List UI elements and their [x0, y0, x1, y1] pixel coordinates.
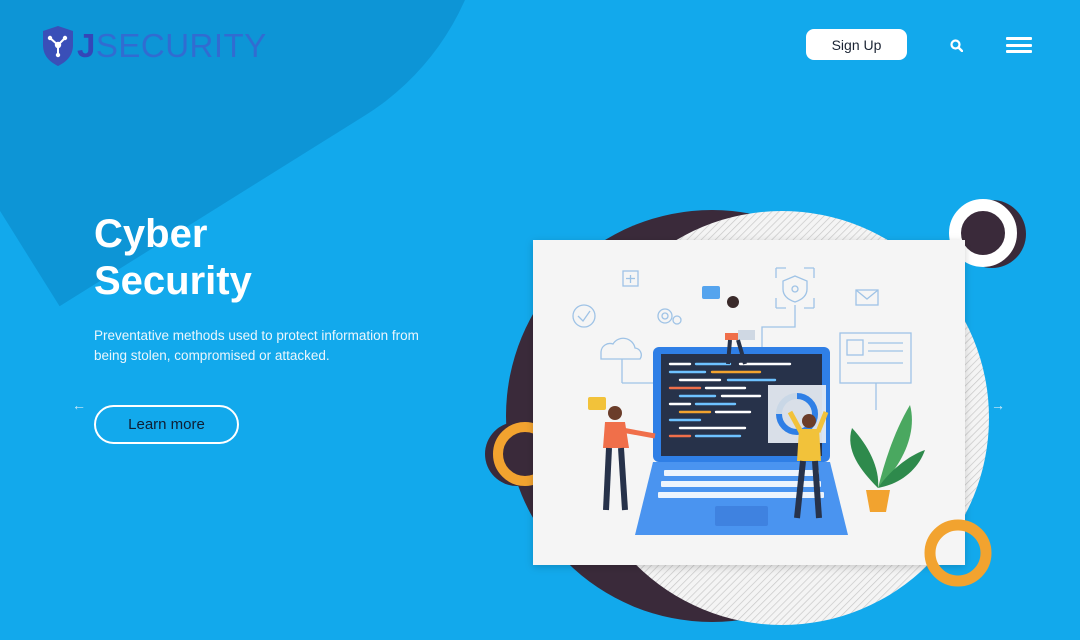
logo-word: SECURITY [95, 27, 267, 64]
hero-title-line-2: Security [94, 259, 252, 303]
logo-wordmark: JSECURITY [77, 27, 267, 65]
brand-logo[interactable]: JSECURITY [41, 24, 267, 68]
logo-letter: J [77, 27, 96, 64]
learn-more-button[interactable]: Learn more [94, 405, 239, 444]
speech-bubble-top [702, 286, 720, 299]
menu-line [1006, 37, 1032, 40]
shield-logo-icon [43, 26, 73, 66]
arrow-left-icon[interactable]: ← [72, 397, 86, 413]
speech-bubble-left [588, 397, 606, 410]
trackpad [715, 506, 768, 526]
hero-description: Preventative methods used to protect inf… [94, 328, 419, 363]
hamburger-menu-button[interactable] [1006, 35, 1032, 55]
hero-title: Cyber Security [94, 211, 252, 305]
search-button[interactable] [946, 35, 966, 55]
search-icon [949, 38, 963, 52]
sign-up-button[interactable]: Sign Up [806, 29, 907, 60]
hero-title-line-1: Cyber [94, 212, 208, 256]
hero-illustration [485, 199, 1026, 625]
menu-line [1006, 50, 1032, 53]
menu-line [1006, 43, 1032, 47]
